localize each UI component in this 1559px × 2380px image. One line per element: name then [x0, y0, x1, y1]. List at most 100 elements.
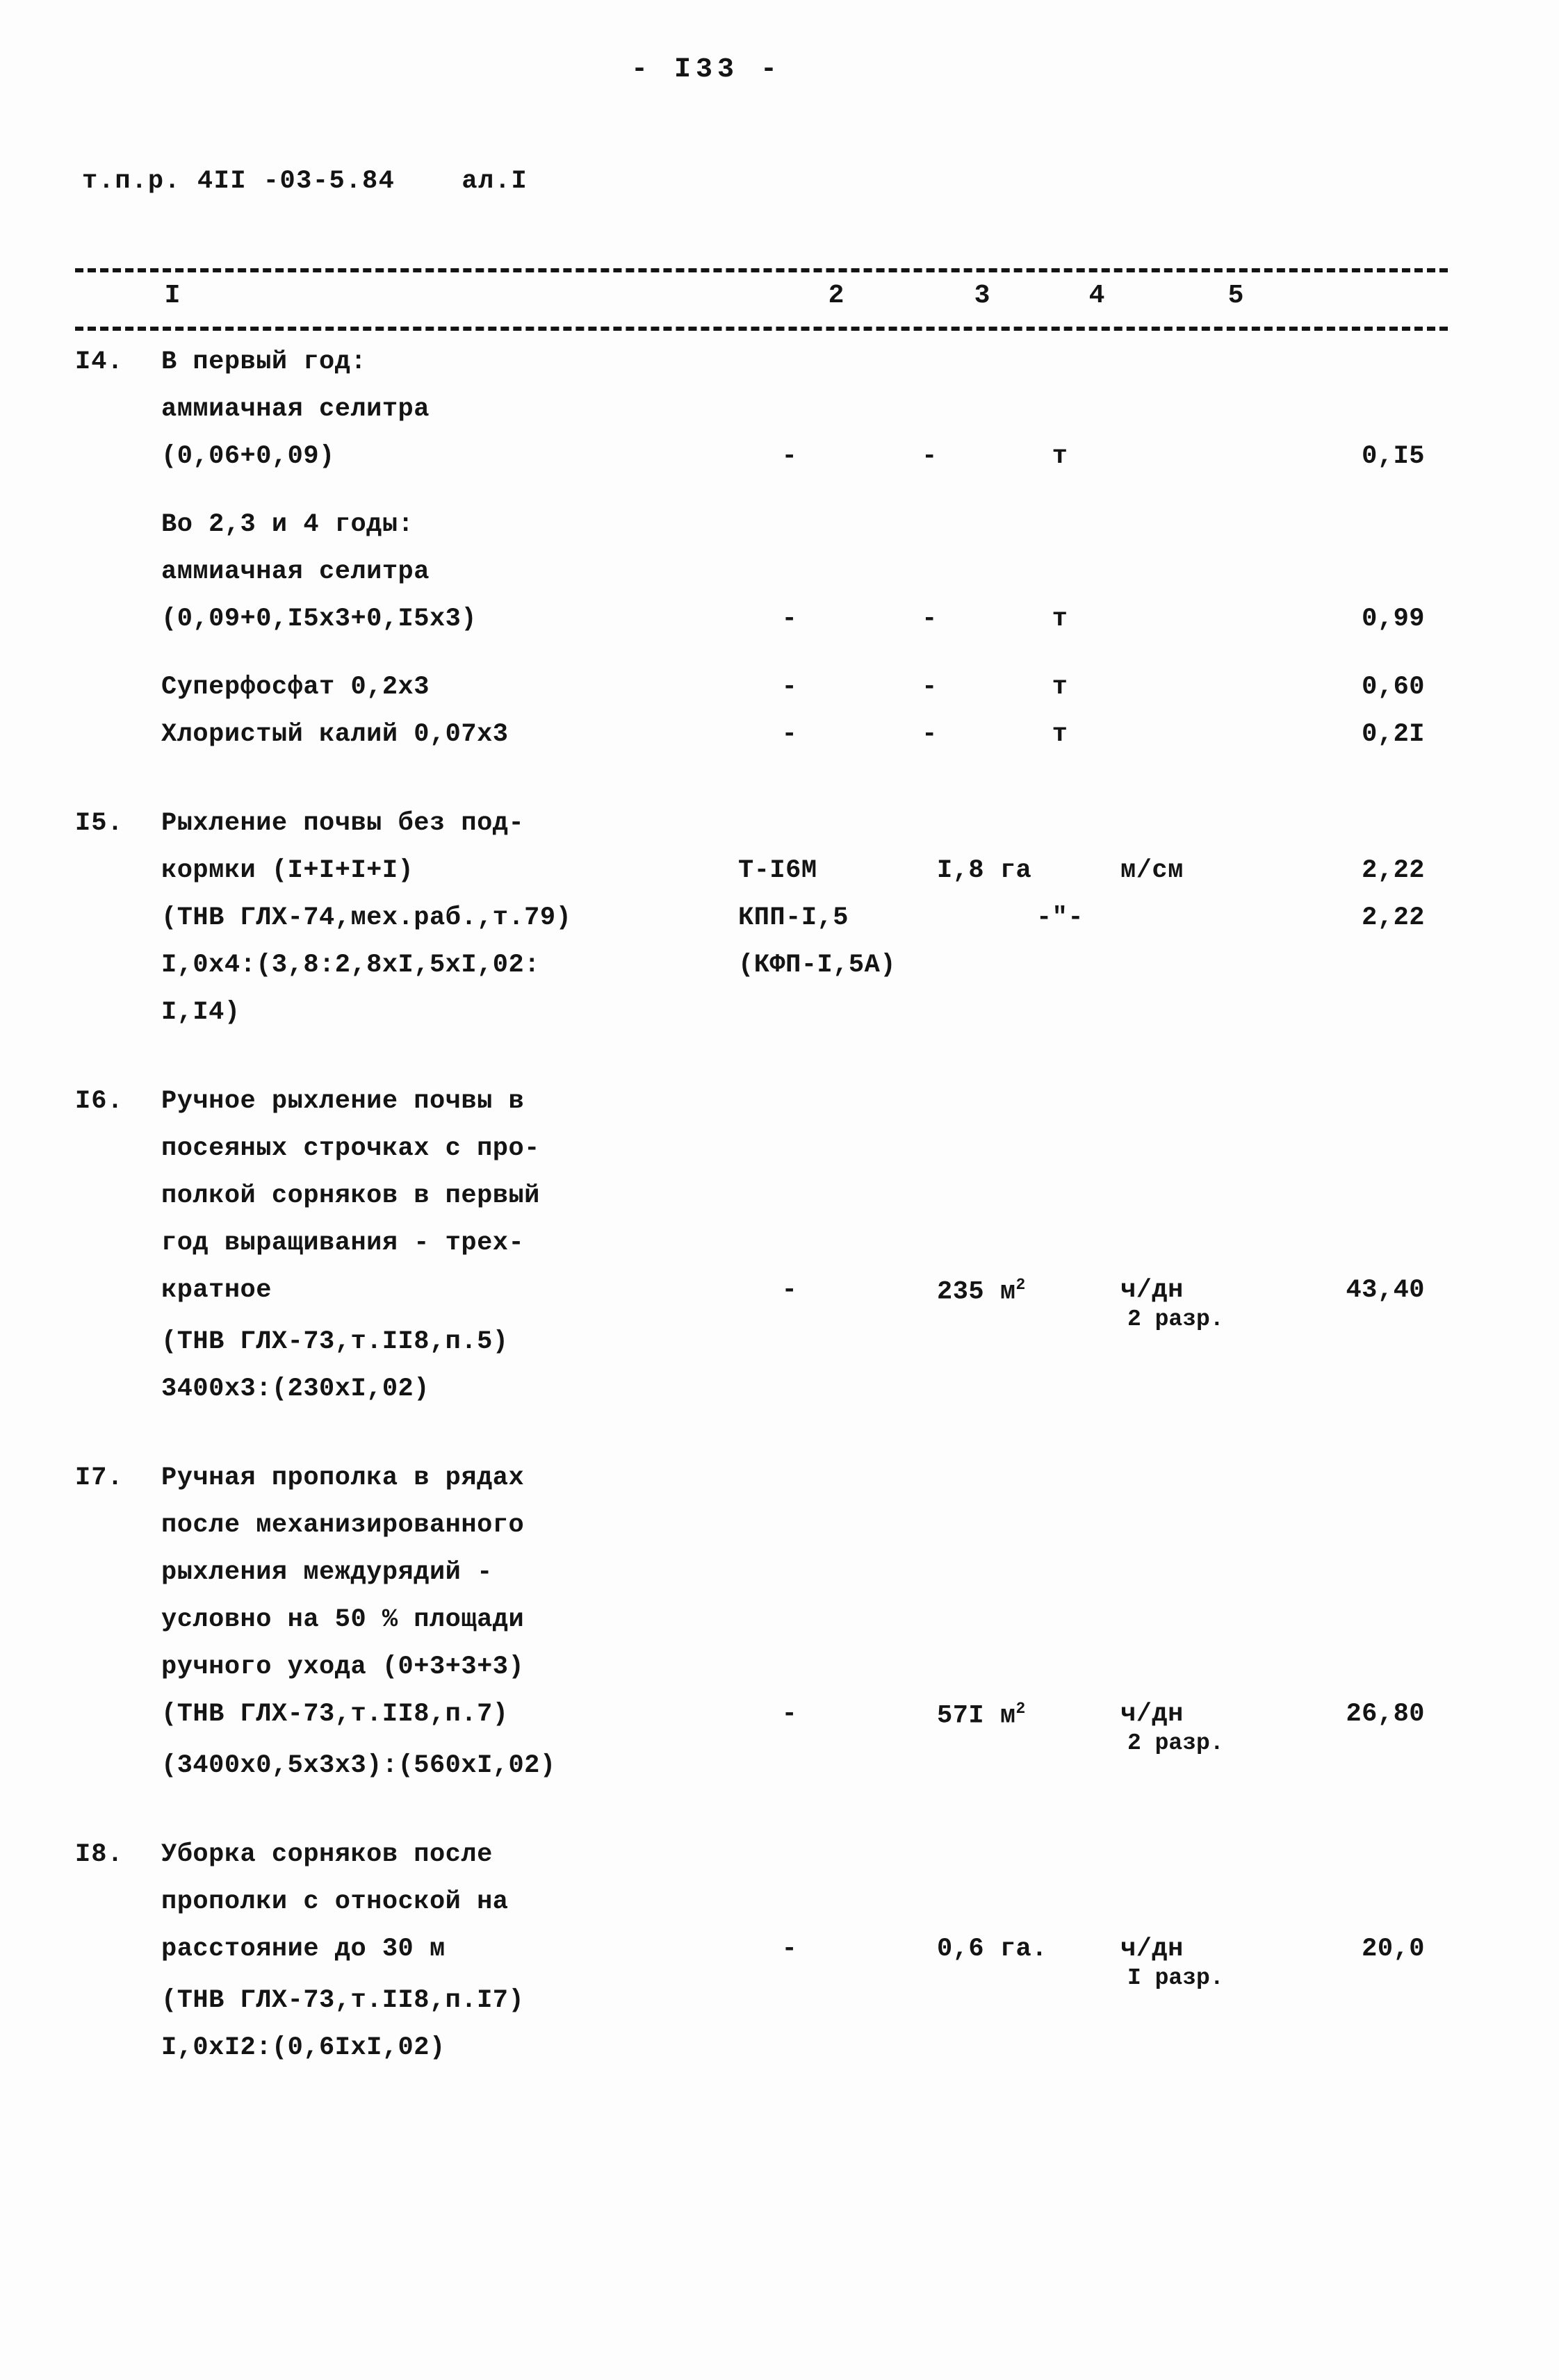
item-description: Хлористый калий 0,07x3	[161, 720, 509, 749]
column-header-3: 3	[974, 281, 990, 311]
table-row: I7. Ручная прополка в рядах	[0, 1463, 1559, 1511]
item-description: прополки с отноской на	[161, 1887, 509, 1917]
table-row: Во 2,3 и 4 годы:	[0, 510, 1559, 557]
table-row: кормки (I+I+I+I) Т-I6М I,8 га м/см 2,22	[0, 856, 1559, 903]
table-row: полкой сорняков в первый	[0, 1181, 1559, 1229]
item-spacer	[0, 1798, 1559, 1840]
item-description: аммиачная селитра	[161, 395, 430, 424]
cell-column-5: 43,40	[1346, 1276, 1425, 1305]
unit-exponent: 2	[1015, 1276, 1026, 1294]
table-item: I4. В первый год: аммиачная селитра (0,06+0…	[0, 347, 1559, 767]
cell-column-2: -	[781, 1935, 798, 1964]
table-row: I4. В первый год:	[0, 347, 1559, 395]
item-number: I8.	[75, 1840, 124, 1869]
cell-column-4: т	[1052, 720, 1068, 749]
table-row: рыхления междурядий -	[0, 1558, 1559, 1605]
cell-column-3: -	[922, 673, 938, 702]
table-row: условно на 50 % площади	[0, 1605, 1559, 1652]
column-header-5: 5	[1227, 281, 1244, 311]
item-description: (3400x0,5x3x3):(560xI,02)	[161, 1751, 556, 1780]
cell-column-4: м/см	[1120, 856, 1184, 885]
cell-column-5: 0,60	[1362, 673, 1425, 702]
item-description: после механизированного	[161, 1511, 525, 1540]
item-description: (ТНВ ГЛХ-74,мех.раб.,т.79)	[161, 903, 572, 933]
table-row: год выращивания - трех-	[0, 1229, 1559, 1276]
item-spacer	[0, 767, 1559, 809]
cell-column-3: 235 м2	[937, 1276, 1026, 1307]
cell-column-5: 20,0	[1362, 1935, 1425, 1964]
table-row: I,0x4:(3,8:2,8xI,5xI,02: (КФП-I,5А)	[0, 951, 1559, 998]
header-code: т.п.р. 4II -03-5.84	[82, 167, 395, 196]
table-row: (0,06+0,09) - - т 0,I5	[0, 442, 1559, 489]
item-description: В первый год:	[161, 347, 367, 377]
document-header: т.п.р. 4II -03-5.84 ал.I	[82, 167, 528, 196]
table-row: прополки с отноской на	[0, 1887, 1559, 1935]
table-row: I,I4)	[0, 998, 1559, 1045]
table-row: расстояние до 30 м -0,6 га. ч/дн I разр. 20,…	[0, 1935, 1559, 1991]
table-item: I8. Уборка сорняков после прополки с относ…	[0, 1840, 1559, 2081]
item-description: кратное	[161, 1276, 272, 1305]
unit-exponent: 2	[1015, 1700, 1026, 1718]
cell-column-4: т	[1052, 673, 1068, 702]
table-row: Суперфосфат 0,2x3 - - т 0,60	[0, 673, 1559, 720]
table-body: I4. В первый год: аммиачная селитра (0,06+0…	[0, 347, 1559, 2081]
table-row: после механизированного	[0, 1511, 1559, 1558]
item-description: I,0x4:(3,8:2,8xI,5xI,02:	[161, 951, 540, 980]
cell-column-4: т	[1052, 442, 1068, 471]
item-description: Уборка сорняков после	[161, 1840, 493, 1869]
table-row: (ТНВ ГЛХ-73,т.II8,п.I7)	[0, 1986, 1559, 2033]
item-description: условно на 50 % площади	[161, 1605, 525, 1634]
row-spacer	[0, 652, 1559, 673]
table-row: (3400x0,5x3x3):(560xI,02)	[0, 1751, 1559, 1798]
table-item: I6. Ручное рыхление почвы в посеяных строч…	[0, 1087, 1559, 1422]
table-row: (0,09+0,I5x3+0,I5x3) - - т 0,99	[0, 605, 1559, 652]
column-header-1: I	[164, 281, 181, 311]
cell-column-3: I,8 га	[937, 856, 1032, 885]
item-number: I7.	[75, 1463, 124, 1493]
cell-column-3: 0,6 га.	[937, 1935, 1047, 1964]
table-row: 3400x3:(230xI,02)	[0, 1374, 1559, 1422]
table-rule-top	[75, 268, 1448, 272]
item-description: I,0xI2:(0,6IxI,02)	[161, 2033, 446, 2062]
cell-column-2: КПП-I,5	[738, 903, 849, 933]
item-number: I4.	[75, 347, 124, 377]
cell-column-4: т	[1052, 605, 1068, 634]
item-description: рыхления междурядий -	[161, 1558, 493, 1587]
cell-column-3: 57I м2	[937, 1700, 1026, 1731]
cell-column-5: 2,22	[1362, 856, 1425, 885]
table-row: кратное -235 м2 ч/дн 2 разр. 43,40	[0, 1276, 1559, 1332]
cell-column-3: -	[922, 442, 938, 471]
item-description: Рыхление почвы без под-	[161, 809, 525, 838]
item-description: кормки (I+I+I+I)	[161, 856, 414, 885]
cell-column-4: ч/дн	[1120, 1276, 1184, 1305]
table-row: посеяных строчках с про-	[0, 1134, 1559, 1181]
header-annex: ал.I	[462, 167, 528, 196]
item-number: I6.	[75, 1087, 124, 1116]
cell-column-2: -	[781, 1700, 798, 1729]
table-rule-bottom	[75, 327, 1448, 331]
cell-column-3: -	[922, 720, 938, 749]
item-description: ручного ухода (0+3+3+3)	[161, 1652, 525, 1682]
item-description: (ТНВ ГЛХ-73,т.II8,п.7)	[161, 1700, 509, 1729]
cell-column-2: -	[781, 1276, 798, 1305]
table-item: I7. Ручная прополка в рядах после механизи…	[0, 1463, 1559, 1798]
item-description: полкой сорняков в первый	[161, 1181, 540, 1210]
row-spacer	[0, 489, 1559, 510]
item-description: (ТНВ ГЛХ-73,т.II8,п.I7)	[161, 1986, 525, 2015]
cell-column-2: -	[781, 605, 798, 634]
item-description: Ручная прополка в рядах	[161, 1463, 525, 1493]
table-item: I5. Рыхление почвы без под-кормки (I+I+I+…	[0, 809, 1559, 1045]
item-description: аммиачная селитра	[161, 557, 430, 586]
table-row: Хлористый калий 0,07x3 - - т 0,2I	[0, 720, 1559, 767]
cell-column-5: 0,I5	[1362, 442, 1425, 471]
cell-column-2: Т-I6М	[738, 856, 817, 885]
item-description: год выращивания - трех-	[161, 1229, 525, 1258]
cell-column-5: 0,99	[1362, 605, 1425, 634]
table-row: I6. Ручное рыхление почвы в	[0, 1087, 1559, 1134]
column-header-4: 4	[1088, 281, 1105, 311]
item-description: расстояние до 30 м	[161, 1935, 446, 1964]
item-spacer	[0, 1422, 1559, 1463]
table-row: ручного ухода (0+3+3+3)	[0, 1652, 1559, 1700]
table-row: I,0xI2:(0,6IxI,02)	[0, 2033, 1559, 2081]
item-description: Во 2,3 и 4 годы:	[161, 510, 414, 539]
